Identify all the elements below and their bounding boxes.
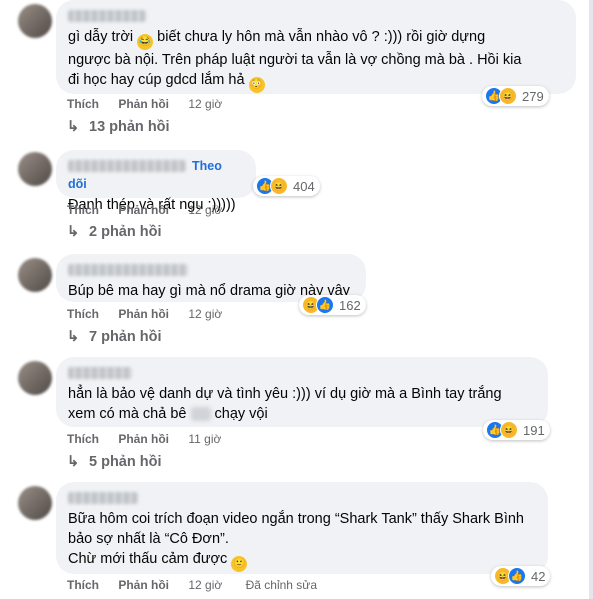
author-name-blurred[interactable] (68, 263, 188, 276)
flushed-emoji-icon: 😳 (248, 77, 265, 93)
author-name-blurred[interactable] (68, 159, 186, 172)
reply-button[interactable]: Phản hồi (118, 432, 169, 446)
view-replies-link[interactable]: ↳ 13 phản hồi (67, 119, 170, 135)
laughing-emoji-icon: 😂 (137, 34, 154, 50)
comment-text: Bữa hôm coi trích đoạn video ngắn trong … (68, 509, 536, 572)
reaction-summary[interactable]: 👍 😆 191 (483, 420, 550, 440)
reply-arrow-icon: ↳ (67, 224, 80, 240)
like-button[interactable]: Thích (67, 432, 99, 446)
like-button[interactable]: Thích (67, 203, 99, 217)
smile-emoji-icon: 🙂 (231, 556, 248, 572)
reaction-count: 279 (522, 88, 544, 104)
timestamp[interactable]: 12 giờ (188, 203, 222, 217)
reaction-count: 404 (293, 178, 315, 194)
avatar[interactable] (18, 152, 52, 186)
comment-actions: Thích Phản hồi 12 giờ (67, 307, 238, 321)
reply-button[interactable]: Phản hồi (118, 203, 169, 217)
author-name-blurred[interactable] (68, 491, 138, 504)
reply-button[interactable]: Phản hồi (118, 307, 169, 321)
avatar[interactable] (18, 4, 52, 38)
view-replies-link[interactable]: ↳ 7 phản hồi (67, 329, 162, 345)
view-replies-link[interactable]: ↳ 2 phản hồi (67, 224, 162, 240)
comment-actions: Thích Phản hồi 12 giờ (67, 203, 238, 217)
comment-actions: Thích Phản hồi 12 giờ Đã chỉnh sửa (67, 578, 333, 592)
comment-bubble: Theo dõi Đanh thép và rất ngu :))))) (56, 150, 256, 213)
comment-bubble: Bữa hôm coi trích đoạn video ngắn trong … (56, 482, 548, 574)
reaction-summary[interactable]: 😆 👍 162 (299, 295, 366, 315)
timestamp[interactable]: 12 giờ (188, 578, 222, 592)
reaction-count: 191 (523, 422, 545, 438)
redacted-word (190, 407, 211, 422)
reply-arrow-icon: ↳ (67, 329, 80, 345)
avatar[interactable] (18, 258, 52, 292)
avatar[interactable] (18, 361, 52, 395)
comment-actions: Thích Phản hồi 11 giờ (67, 432, 237, 446)
like-icon: 👍 (316, 296, 334, 314)
reply-button[interactable]: Phản hồi (118, 97, 169, 111)
reply-arrow-icon: ↳ (67, 119, 80, 135)
reaction-summary[interactable]: 👍 😆 404 (253, 176, 320, 196)
reaction-summary[interactable]: 👍 😆 279 (482, 86, 549, 106)
comment-text: gì dẫy trời 😂 biết chưa ly hôn mà vẫn nh… (68, 27, 564, 93)
haha-icon: 😆 (499, 87, 517, 105)
reply-button[interactable]: Phản hồi (118, 578, 169, 592)
like-button[interactable]: Thích (67, 97, 99, 111)
like-icon: 👍 (508, 567, 526, 585)
haha-icon: 😆 (500, 421, 518, 439)
comment-bubble: gì dẫy trời 😂 biết chưa ly hôn mà vẫn nh… (56, 0, 576, 94)
reply-arrow-icon: ↳ (67, 454, 80, 470)
author-name-blurred[interactable] (68, 9, 146, 22)
comment-bubble: hẳn là bảo vệ danh dự và tình yêu :))) v… (56, 357, 548, 427)
reaction-summary[interactable]: 😆 👍 42 (491, 566, 551, 586)
timestamp[interactable]: 12 giờ (188, 307, 222, 321)
reaction-count: 162 (339, 297, 361, 313)
author-name-blurred[interactable] (68, 366, 132, 379)
timestamp[interactable]: 12 giờ (188, 97, 222, 111)
comment-actions: Thích Phản hồi 12 giờ (67, 97, 238, 111)
like-button[interactable]: Thích (67, 307, 99, 321)
scrollbar-track[interactable] (589, 0, 593, 599)
timestamp[interactable]: 11 giờ (188, 432, 221, 446)
comment-text: hẳn là bảo vệ danh dự và tình yêu :))) v… (68, 386, 502, 422)
like-button[interactable]: Thích (67, 578, 99, 592)
edited-label: Đã chỉnh sửa (245, 578, 317, 592)
reaction-count: 42 (531, 568, 546, 584)
haha-icon: 😆 (270, 177, 288, 195)
view-replies-link[interactable]: ↳ 5 phản hồi (67, 454, 162, 470)
avatar[interactable] (18, 486, 52, 520)
